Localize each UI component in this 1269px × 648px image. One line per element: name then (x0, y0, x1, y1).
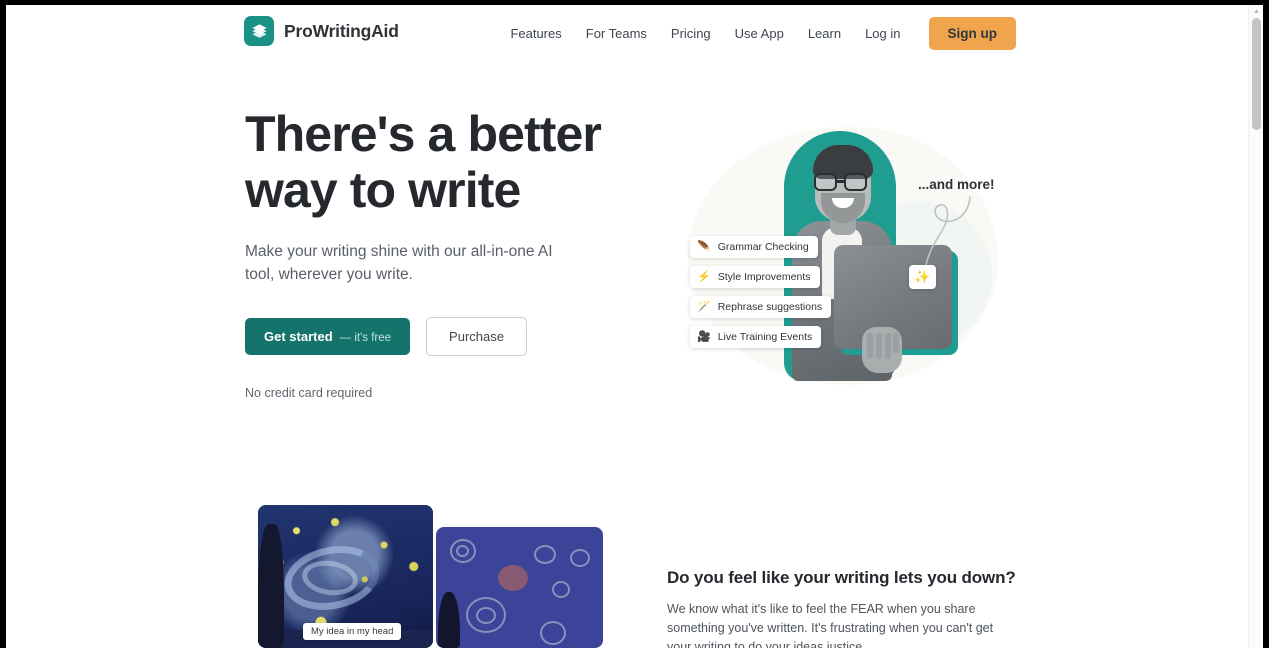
finger (876, 333, 882, 359)
feature-chip-label: Style Improvements (717, 271, 811, 283)
hero-subtitle: Make your writing shine with our all-in-… (245, 243, 553, 283)
scroll-up-arrow-icon[interactable]: ▲ (1252, 7, 1261, 16)
nav-link-for-teams[interactable]: For Teams (574, 20, 659, 47)
magic-wand-icon: 🪄 (697, 300, 711, 313)
nav-link-log-in[interactable]: Log in (853, 20, 912, 47)
sign-up-button[interactable]: Sign up (928, 17, 1016, 50)
scribble-swirl (476, 607, 496, 624)
page-title: There's a better way to write (245, 106, 645, 218)
glasses-bridge (837, 180, 844, 183)
nav-link-learn[interactable]: Learn (796, 20, 853, 47)
get-started-label: Get started (264, 329, 333, 344)
scribble-swirl (456, 545, 469, 557)
artwork-comparison: My idea in my head (258, 505, 603, 648)
get-started-free-note: — it's free (339, 332, 392, 344)
scribble-swirl (552, 581, 570, 598)
finger (893, 333, 899, 353)
video-camera-icon: 🎥 (697, 330, 711, 343)
scribble-swirl (534, 545, 556, 564)
feature-chip-label: Live Training Events (717, 331, 813, 343)
page-content: ProWritingAid Features For Teams Pricing… (6, 5, 1248, 648)
feature-chip-live-training-events: 🎥 Live Training Events (690, 326, 822, 348)
and-more-callout: ...and more! (918, 177, 995, 192)
brand-name: ProWritingAid (284, 20, 399, 41)
section-body-text: We know what it's like to feel the FEAR … (667, 602, 994, 648)
idea-in-my-head-label: My idea in my head (303, 623, 402, 640)
nav-link-use-app[interactable]: Use App (723, 20, 796, 47)
feature-chip-grammar-checking: 🪶 Grammar Checking (690, 236, 818, 258)
lightning-bolt-icon: ⚡ (697, 270, 711, 283)
site-header: ProWritingAid Features For Teams Pricing… (6, 5, 1248, 62)
scribbled-version-panel (436, 527, 603, 648)
hero-illustration: 🪶 Grammar Checking ⚡ Style Improvements … (666, 113, 1016, 403)
book-stack-icon (244, 16, 274, 46)
sparkle-badge-icon: ✨ (909, 265, 936, 289)
cypress-tree (258, 524, 284, 648)
scribble-moon (498, 565, 528, 591)
finger (885, 333, 891, 359)
finger (867, 333, 873, 359)
brand-logo-link[interactable]: ProWritingAid (244, 16, 399, 46)
lower-text-block: Do you feel like your writing lets you d… (667, 568, 1017, 648)
page-viewport: ProWritingAid Features For Teams Pricing… (6, 5, 1263, 648)
vertical-scrollbar[interactable]: ▲ (1248, 5, 1263, 648)
person-hand (862, 327, 902, 373)
browser-frame: ProWritingAid Features For Teams Pricing… (0, 0, 1269, 648)
feature-chip-label: Grammar Checking (717, 241, 809, 253)
feature-chip-style-improvements: ⚡ Style Improvements (690, 266, 820, 288)
feather-icon: 🪶 (697, 240, 711, 253)
nav-link-features[interactable]: Features (498, 20, 573, 47)
hero-title-line-2: way to write (245, 162, 521, 218)
scrollbar-thumb[interactable] (1252, 18, 1261, 130)
main-navigation: Features For Teams Pricing Use App Learn… (498, 17, 1016, 50)
feature-chip-label: Rephrase suggestions (717, 301, 823, 313)
scribble-cypress-tree (438, 592, 460, 648)
feature-chip-list: 🪶 Grammar Checking ⚡ Style Improvements … (690, 236, 850, 356)
section-heading: Do you feel like your writing lets you d… (667, 568, 1016, 587)
purchase-button[interactable]: Purchase (426, 317, 527, 356)
nav-link-pricing[interactable]: Pricing (659, 20, 723, 47)
hero-cta-group: Get started — it's free Purchase (245, 317, 645, 356)
glasses-right-lens (844, 173, 867, 191)
get-started-button[interactable]: Get started — it's free (245, 318, 411, 355)
scribble-swirl (570, 549, 590, 567)
no-credit-card-note: No credit card required (245, 386, 373, 400)
hero-text-block: There's a better way to write Make your … (245, 106, 645, 400)
feature-chip-rephrase-suggestions: 🪄 Rephrase suggestions (690, 296, 832, 318)
hero-title-line-1: There's a better (245, 106, 602, 162)
scribble-swirl (540, 621, 566, 645)
glasses-left-lens (814, 173, 837, 191)
starry-night-painting: My idea in my head (258, 505, 433, 648)
